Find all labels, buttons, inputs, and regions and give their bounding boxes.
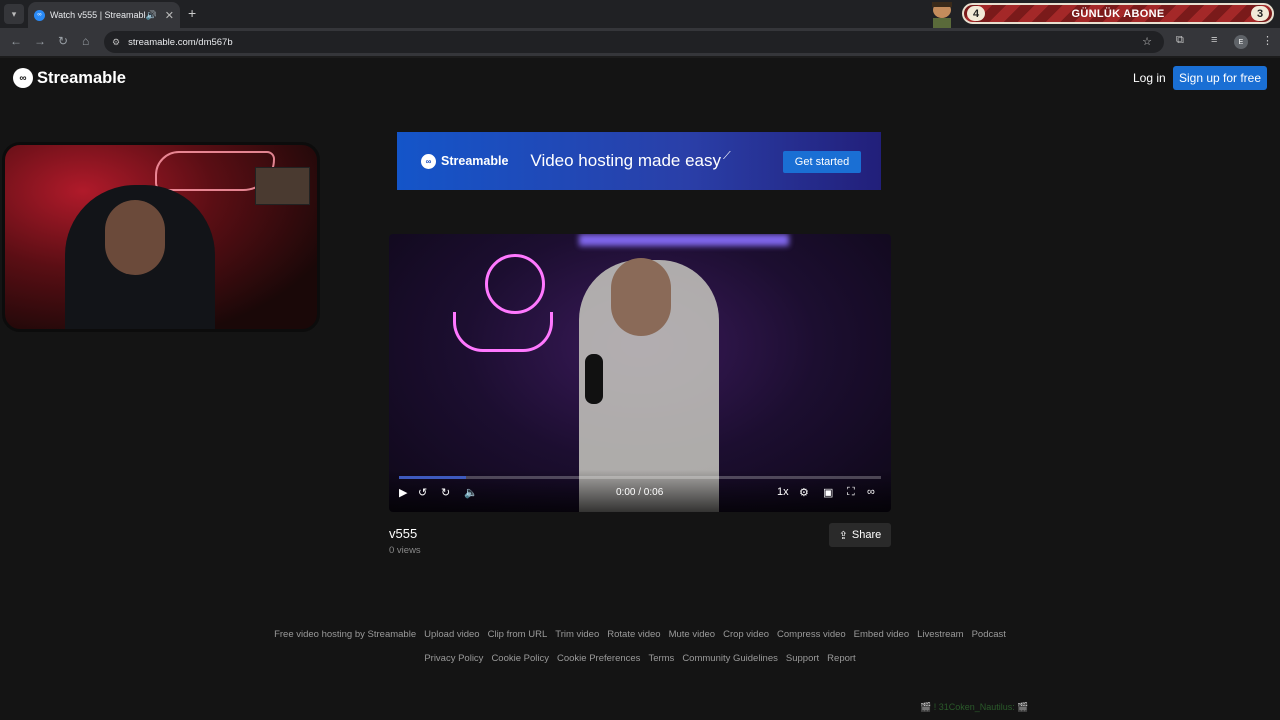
footer-link[interactable]: Compress video	[777, 629, 846, 640]
forward-arrow-icon[interactable]: →	[34, 34, 46, 48]
ad-brand: Streamable	[441, 154, 509, 168]
speaker-icon[interactable]: 🔊	[146, 10, 157, 21]
media-control-icon[interactable]: ≡	[1211, 34, 1217, 46]
new-tab-icon[interactable]: +	[188, 5, 196, 21]
miniplayer-icon[interactable]: ▣	[823, 486, 833, 499]
url-text: streamable.com/dm567b	[128, 36, 233, 48]
playback-speed[interactable]: 1x	[777, 486, 789, 498]
footer-link[interactable]: Crop video	[723, 629, 769, 640]
abone-left-count: 4	[967, 6, 985, 21]
microphone	[585, 354, 603, 404]
browser-tab[interactable]: ∞ Watch v555 | Streamable 🔊 ✕	[28, 2, 180, 28]
neon-sign	[485, 254, 545, 314]
abone-label: GÜNLÜK ABONE	[1071, 7, 1165, 20]
forward-icon[interactable]: ↻	[441, 486, 450, 499]
browser-toolbar: ← → ↻ ⌂ ⚙ streamable.com/dm567b ☆ ⧉ ≡ E …	[0, 28, 1280, 56]
ceiling-light	[579, 234, 789, 246]
neon-sign-lower	[453, 312, 553, 352]
footer-link[interactable]: Free video hosting by Streamable	[274, 629, 416, 640]
progress-bar[interactable]	[399, 476, 881, 479]
footer-link[interactable]: Rotate video	[607, 629, 660, 640]
streamable-logo-icon: ∞	[13, 68, 33, 88]
streamer-webcam-overlay	[2, 142, 320, 332]
home-icon[interactable]: ⌂	[82, 34, 89, 48]
ad-logo-icon: ∞	[421, 153, 436, 169]
volume-icon[interactable]: 🔈	[464, 486, 478, 499]
footer-link[interactable]: Cookie Policy	[491, 653, 549, 664]
footer-link[interactable]: Clip from URL	[488, 629, 548, 640]
site-info-icon[interactable]: ⚙	[112, 37, 120, 48]
ad-banner[interactable]: ∞ Streamable Video hosting made easy ⟋ G…	[397, 132, 881, 190]
browser-tab-bar: ▾ ∞ Watch v555 | Streamable 🔊 ✕ + 4 GÜNL…	[0, 0, 1280, 28]
footer-link[interactable]: Upload video	[424, 629, 479, 640]
rewind-icon[interactable]: ↺	[418, 486, 427, 499]
footer-link[interactable]: Report	[827, 653, 856, 664]
video-player[interactable]: ▶ ↺ ↻ 🔈 0:00 / 0:06 1x ⚙ ▣ ⛶ ∞	[389, 234, 891, 512]
mascot-image	[926, 0, 960, 28]
tab-title: Watch v555 | Streamable	[50, 10, 146, 20]
streamer-head	[105, 200, 165, 275]
reload-icon[interactable]: ↻	[58, 34, 68, 48]
abone-right-count: 3	[1251, 6, 1269, 21]
fullscreen-icon[interactable]: ⛶	[847, 486, 855, 499]
close-icon[interactable]: ✕	[165, 9, 174, 22]
daily-subscriber-banner: 4 GÜNLÜK ABONE 3	[962, 3, 1274, 24]
player-controls: ▶ ↺ ↻ 🔈 0:00 / 0:06 1x ⚙ ▣ ⛶ ∞	[389, 470, 891, 512]
footer-link[interactable]: Cookie Preferences	[557, 653, 640, 664]
footer-link[interactable]: Livestream	[917, 629, 963, 640]
stream-chat-message: 🎬 ! 31Coken_Nautilus: 🎬	[920, 702, 1029, 712]
footer-link[interactable]: Mute video	[669, 629, 715, 640]
video-subject-head	[611, 258, 671, 336]
footer-links-legal: Privacy Policy Cookie Policy Cookie Pref…	[0, 653, 1280, 664]
bookmark-star-icon[interactable]: ☆	[1142, 35, 1152, 48]
footer-link[interactable]: Support	[786, 653, 819, 664]
footer-links-primary: Free video hosting by Streamable Upload …	[0, 629, 1280, 640]
footer-link[interactable]: Embed video	[854, 629, 909, 640]
footer-link[interactable]: Podcast	[972, 629, 1006, 640]
streamable-logo-icon[interactable]: ∞	[867, 486, 875, 498]
footer-link[interactable]: Community Guidelines	[682, 653, 778, 664]
profile-avatar[interactable]: E	[1234, 35, 1248, 49]
view-count: 0 views	[389, 545, 421, 556]
video-title: v555	[389, 526, 418, 541]
footer-link[interactable]: Privacy Policy	[424, 653, 483, 664]
streamable-page: ∞ Streamable Log in Sign up for free ∞ S…	[0, 58, 1280, 720]
buffered-bar	[399, 476, 467, 479]
settings-gear-icon[interactable]: ⚙	[799, 486, 809, 499]
signup-button[interactable]: Sign up for free	[1173, 66, 1267, 90]
streamable-logo[interactable]: ∞ Streamable	[13, 68, 126, 88]
extensions-icon[interactable]: ⧉	[1176, 34, 1184, 47]
share-icon: ⇪	[838, 529, 848, 542]
tab-search-icon[interactable]: ▾	[4, 4, 24, 24]
footer-link[interactable]: Trim video	[555, 629, 599, 640]
time-display: 0:00 / 0:06	[616, 487, 664, 498]
menu-dots-icon[interactable]: ⋮	[1262, 34, 1273, 47]
login-link[interactable]: Log in	[1133, 71, 1166, 85]
streamable-favicon-icon: ∞	[34, 9, 45, 21]
footer-link[interactable]: Terms	[648, 653, 674, 664]
play-icon[interactable]: ▶	[399, 486, 407, 499]
back-arrow-icon[interactable]: ←	[10, 34, 22, 48]
address-bar[interactable]: ⚙ streamable.com/dm567b ☆	[104, 31, 1164, 53]
sparkle-icon: ⟋	[723, 149, 731, 162]
logo-text: Streamable	[37, 68, 126, 87]
picture-in-picture-thumbnail	[255, 167, 310, 205]
ad-tagline: Video hosting made easy	[530, 151, 722, 170]
share-label: Share	[851, 529, 882, 541]
get-started-button[interactable]: Get started	[783, 151, 861, 173]
share-button[interactable]: ⇪ Share	[829, 523, 891, 547]
